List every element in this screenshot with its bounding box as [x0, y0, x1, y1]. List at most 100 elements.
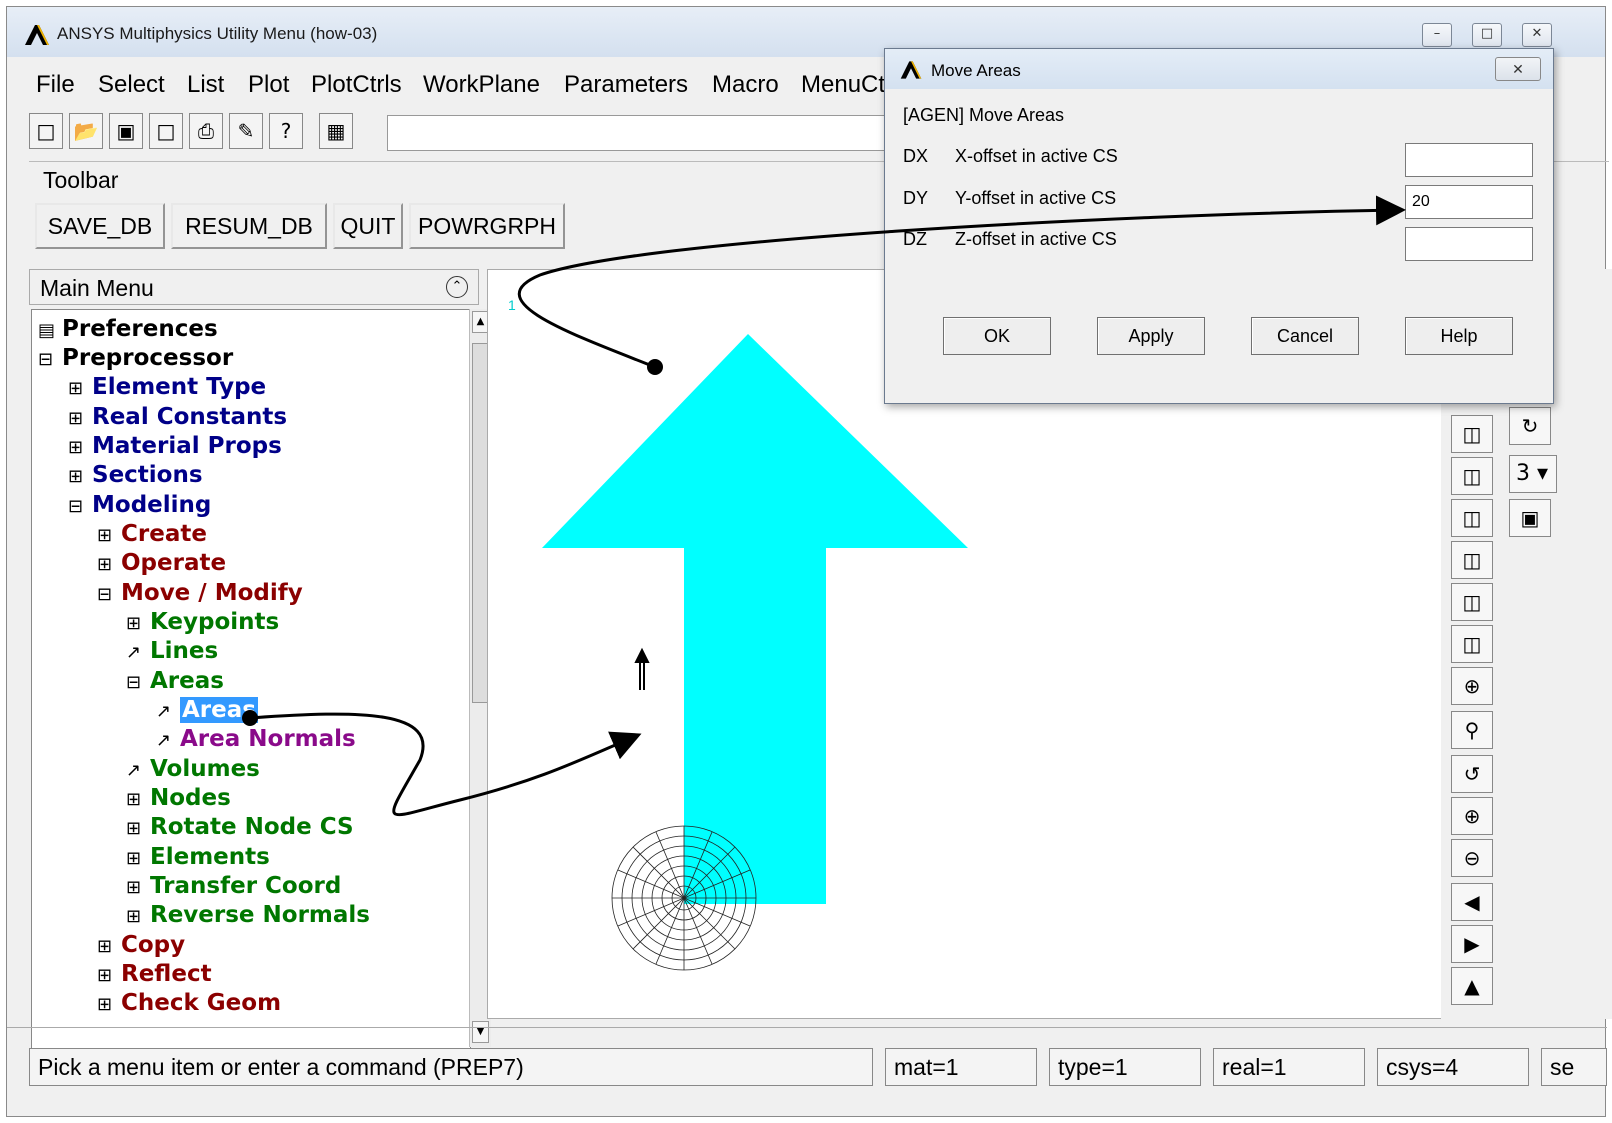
menu-item-area-normals[interactable]: ↗ Area Normals: [156, 726, 356, 752]
menu-item-transfer-coord[interactable]: ⊞ Transfer Coord: [126, 873, 341, 899]
pan-up-icon[interactable]: ▲: [1451, 967, 1493, 1005]
dynamic-mode-icon[interactable]: ▣: [1509, 499, 1551, 537]
action-arrow-icon: ↗: [126, 760, 142, 781]
menu-item-move-modify[interactable]: ⊟ Move / Modify: [97, 580, 303, 606]
menu-item-nodes[interactable]: ⊞ Nodes: [126, 785, 231, 811]
menu-item-rotate-node-cs[interactable]: ⊞ Rotate Node CS: [126, 814, 354, 840]
command-window-icon[interactable]: ▦: [319, 113, 353, 149]
menu-plotctrls[interactable]: PlotCtrls: [311, 71, 402, 99]
menu-item-lines[interactable]: ↗ Lines: [126, 638, 218, 664]
cancel-button[interactable]: Cancel: [1251, 317, 1359, 355]
expand-box-icon: ⊞: [126, 877, 142, 898]
menu-select[interactable]: Select: [98, 71, 165, 99]
window-number: 1: [508, 297, 516, 313]
menu-item-preferences[interactable]: ▤ Preferences: [38, 316, 218, 342]
close-button[interactable]: ✕: [1522, 23, 1552, 47]
command-input[interactable]: [387, 115, 927, 151]
pan-left-icon[interactable]: ◀: [1451, 883, 1493, 921]
help-button[interactable]: Help: [1405, 317, 1513, 355]
resume-db-button[interactable]: RESUM_DB: [171, 203, 327, 249]
menu-item-preprocessor[interactable]: ⊟ Preprocessor: [38, 345, 233, 371]
main-menu-tree: ▤ Preferences ⊟ Preprocessor ⊞ Element Type…: [31, 309, 471, 1049]
dy-code-label: DY: [903, 188, 929, 208]
status-sec: se: [1541, 1048, 1607, 1086]
save-icon[interactable]: ▣: [109, 113, 143, 149]
zoom-icon[interactable]: ⚲: [1451, 711, 1493, 749]
menu-item-areas-selected[interactable]: ↗ Areas: [156, 697, 258, 723]
iso-view-icon[interactable]: ◫: [1451, 415, 1493, 453]
zoom-back-icon[interactable]: ↺: [1451, 755, 1493, 793]
menu-item-operate[interactable]: ⊞ Operate: [97, 550, 226, 576]
menu-item-volumes[interactable]: ↗ Volumes: [126, 756, 260, 782]
right-view-icon[interactable]: ◫: [1451, 583, 1493, 621]
status-prompt: Pick a menu item or enter a command (PRE…: [29, 1048, 873, 1086]
menu-parameters[interactable]: Parameters: [564, 71, 688, 99]
menu-item-modeling[interactable]: ⊟ Modeling: [68, 492, 211, 518]
move-areas-dialog: Move Areas ✕ [AGEN] Move Areas DX X-offs…: [884, 48, 1554, 404]
menu-workplane[interactable]: WorkPlane: [423, 71, 540, 99]
dx-description-label: X-offset in active CS: [955, 146, 1118, 166]
front-view-icon[interactable]: ◫: [1451, 457, 1493, 495]
status-bar: Pick a menu item or enter a command (PRE…: [7, 1027, 1607, 1118]
menu-item-element-type[interactable]: ⊞ Element Type: [68, 374, 266, 400]
help-icon[interactable]: ?: [269, 113, 303, 149]
open-folder-icon[interactable]: 📂: [69, 113, 103, 149]
menu-item-check-geom[interactable]: ⊞ Check Geom: [97, 990, 281, 1016]
action-arrow-icon: ↗: [156, 730, 172, 751]
left-view-icon[interactable]: ◫: [1451, 625, 1493, 663]
dz-offset-input[interactable]: [1405, 227, 1533, 261]
menu-plot[interactable]: Plot: [248, 71, 289, 99]
back-view-icon[interactable]: ◫: [1451, 541, 1493, 579]
print-icon[interactable]: ⎙: [189, 113, 223, 149]
maximize-button[interactable]: □: [1472, 23, 1502, 47]
dy-offset-input[interactable]: [1405, 185, 1533, 219]
menu-menuctrls[interactable]: MenuCt: [801, 71, 885, 99]
save-db-button[interactable]: SAVE_DB: [35, 203, 165, 249]
apply-button[interactable]: Apply: [1097, 317, 1205, 355]
dialog-close-button[interactable]: ✕: [1495, 57, 1541, 81]
ok-button[interactable]: OK: [943, 317, 1051, 355]
action-arrow-icon: ↗: [126, 642, 142, 663]
menu-item-keypoints[interactable]: ⊞ Keypoints: [126, 609, 279, 635]
menu-item-create[interactable]: ⊞ Create: [97, 521, 207, 547]
status-real: real=1: [1213, 1048, 1365, 1086]
collapse-box-icon: ⊟: [97, 584, 113, 605]
new-file-icon[interactable]: □: [29, 113, 63, 149]
zoom-out-icon[interactable]: ⊖: [1451, 839, 1493, 877]
dx-code-label: DX: [903, 146, 929, 166]
rotate-z-icon[interactable]: ↻: [1509, 407, 1551, 445]
menu-item-reflect[interactable]: ⊞ Reflect: [97, 961, 212, 987]
dialog-title-bar: Move Areas ✕: [885, 49, 1553, 89]
menu-item-copy[interactable]: ⊞ Copy: [97, 932, 185, 958]
resume-icon[interactable]: □: [149, 113, 183, 149]
report-icon[interactable]: ✎: [229, 113, 263, 149]
zoom-in-icon[interactable]: ⊕: [1451, 667, 1493, 705]
dialog-title: Move Areas: [931, 61, 1021, 80]
collapse-icon[interactable]: ⌃: [446, 276, 468, 298]
menu-item-elements[interactable]: ⊞ Elements: [126, 844, 270, 870]
menu-item-real-constants[interactable]: ⊞ Real Constants: [68, 404, 287, 430]
expand-box-icon: ⊞: [97, 994, 113, 1015]
powrgrph-button[interactable]: POWRGRPH: [409, 203, 565, 249]
expand-box-icon: ⊞: [68, 378, 84, 399]
menu-list[interactable]: List: [187, 71, 224, 99]
dx-offset-input[interactable]: [1405, 143, 1533, 177]
collapse-box-icon: ⊟: [38, 349, 54, 370]
ansys-logo-icon: [900, 61, 922, 79]
top-view-icon[interactable]: ◫: [1451, 499, 1493, 537]
pan-right-icon[interactable]: ▶: [1451, 925, 1493, 963]
menu-item-sections[interactable]: ⊞ Sections: [68, 462, 203, 488]
menu-item-material-props[interactable]: ⊞ Material Props: [68, 433, 282, 459]
quit-button[interactable]: QUIT: [333, 203, 403, 249]
dialog-header: [AGEN] Move Areas: [903, 105, 1065, 125]
menu-macro[interactable]: Macro: [712, 71, 779, 99]
main-menu-panel: Main Menu ⌃ ▤ Preferences ⊟ Preprocessor ⊞…: [29, 269, 491, 1049]
menu-file[interactable]: File: [36, 71, 75, 99]
minimize-button[interactable]: –: [1422, 23, 1452, 47]
increment-dropdown[interactable]: 3 ▾: [1509, 455, 1557, 493]
menu-item-reverse-normals[interactable]: ⊞ Reverse Normals: [126, 902, 370, 928]
zoom-box-icon[interactable]: ⊕: [1451, 797, 1493, 835]
expand-box-icon: ⊞: [126, 848, 142, 869]
dz-code-label: DZ: [903, 229, 927, 249]
menu-item-areas-group[interactable]: ⊟ Areas: [126, 668, 224, 694]
